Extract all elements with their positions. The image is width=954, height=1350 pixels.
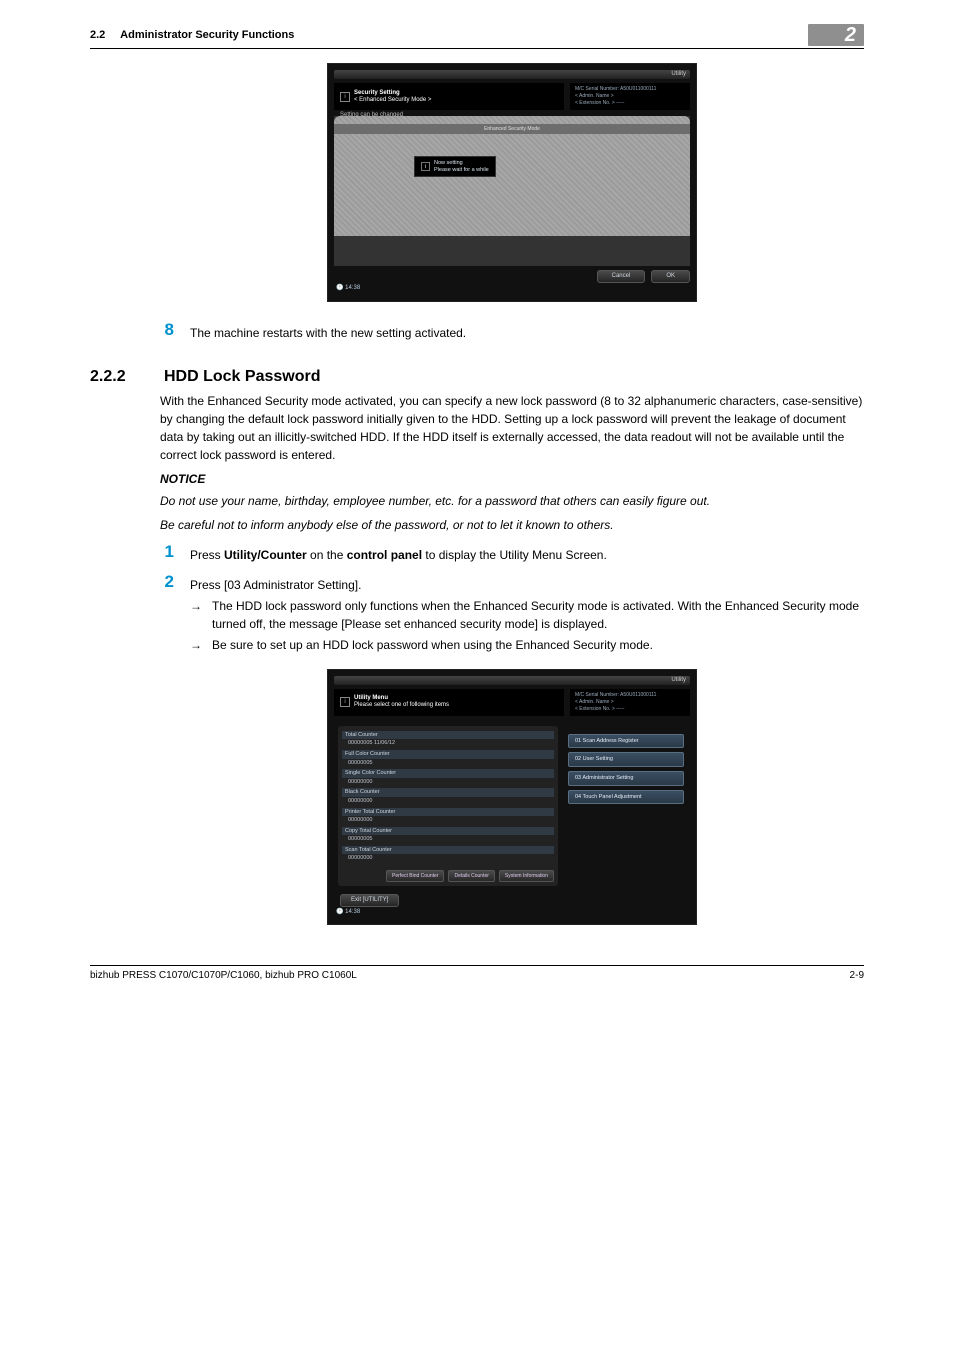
intro-paragraph: With the Enhanced Security mode activate… xyxy=(160,392,864,464)
mc-serial: M/C Serial Number: A50U011000111 xyxy=(575,86,685,93)
counter-label: Full Color Counter xyxy=(342,750,554,759)
counter-button[interactable]: Perfect Bind Counter xyxy=(386,870,444,882)
exit-utility-button[interactable]: Exit [UTILITY] xyxy=(340,894,399,907)
breadcrumb-panel: i Utility Menu Please select one of foll… xyxy=(334,689,564,716)
counter-value: 00000005 xyxy=(342,836,554,845)
breadcrumb-line1: Utility Menu xyxy=(354,695,388,701)
utility-topbar: Utility xyxy=(334,676,690,685)
extension-no: < Extension No. > ----- xyxy=(575,706,685,713)
counter-label: Copy Total Counter xyxy=(342,827,554,836)
counter-value: 00000005 xyxy=(342,760,554,769)
counter-label: Printer Total Counter xyxy=(342,808,554,817)
menu-option-button[interactable]: 04 Touch Panel Adjustment xyxy=(568,790,684,805)
extension-no: < Extension No. > ----- xyxy=(575,100,685,107)
step-number: 2 xyxy=(160,572,174,657)
counter-label: Black Counter xyxy=(342,788,554,797)
subsection-title: HDD Lock Password xyxy=(164,368,320,386)
counter-value: 00000000 xyxy=(342,855,554,864)
notice-heading: NOTICE xyxy=(160,472,864,486)
step-sub-bullet: → Be sure to set up an HDD lock password… xyxy=(190,636,864,654)
menu-option-button[interactable]: 01 Scan Address Register xyxy=(568,734,684,749)
counter-value: 00000000 xyxy=(342,817,554,826)
header-section-title: Administrator Security Functions xyxy=(120,29,294,41)
arrow-icon: → xyxy=(190,636,204,654)
counter-value: 00000000 xyxy=(342,798,554,807)
step-1: 1 Press Utility/Counter on the control p… xyxy=(160,542,864,564)
step-sub-bullet: → The HDD lock password only functions w… xyxy=(190,597,864,633)
breadcrumb-line1: Security Setting xyxy=(354,90,400,96)
machine-info-panel: M/C Serial Number: A50U011000111 < Admin… xyxy=(570,83,690,110)
subsection-number: 2.2.2 xyxy=(90,368,140,386)
chapter-badge: 2 xyxy=(808,24,864,46)
counter-value: 00000005 11/06/12 xyxy=(342,740,554,749)
counter-label: Scan Total Counter xyxy=(342,846,554,855)
menu-option-button[interactable]: 02 User Setting xyxy=(568,752,684,767)
step-8: 8 The machine restarts with the new sett… xyxy=(160,320,864,342)
counter-panel: Total Counter00000005 11/06/12Full Color… xyxy=(338,726,558,886)
page-footer: bizhub PRESS C1070/C1070P/C1060, bizhub … xyxy=(90,965,864,981)
header-section: 2.2 Administrator Security Functions xyxy=(90,29,294,41)
step-number: 8 xyxy=(160,320,174,342)
progress-dialog: i Now setting Please wait for a while xyxy=(414,156,496,177)
step-2: 2 Press [03 Administrator Setting]. → Th… xyxy=(160,572,864,657)
counter-button[interactable]: Details Counter xyxy=(448,870,494,882)
breadcrumb-line2: < Enhanced Security Mode > xyxy=(354,97,431,103)
counter-button[interactable]: System Information xyxy=(499,870,554,882)
utility-topbar: Utility xyxy=(334,70,690,79)
footer-page-number: 2-9 xyxy=(850,970,864,981)
panel-subheader: Enhanced Security Mode xyxy=(334,124,690,134)
cancel-button[interactable]: Cancel xyxy=(597,270,646,283)
step-text: Press Utility/Counter on the control pan… xyxy=(190,542,864,564)
arrow-icon: → xyxy=(190,597,204,633)
step-text: The machine restarts with the new settin… xyxy=(190,320,864,342)
admin-name: < Admin. Name > xyxy=(575,93,685,100)
progress-text: Now setting Please wait for a while xyxy=(434,160,489,173)
notice-line-1: Do not use your name, birthday, employee… xyxy=(160,492,864,510)
admin-name: < Admin. Name > xyxy=(575,699,685,706)
disabled-background: Enhanced Security Mode i Now setting Ple… xyxy=(334,116,690,236)
notice-line-2: Be careful not to inform anybody else of… xyxy=(160,516,864,534)
breadcrumb-panel: i Security Setting < Enhanced Security M… xyxy=(334,83,564,110)
machine-info-panel: M/C Serial Number: A50U011000111 < Admin… xyxy=(570,689,690,716)
page-running-header: 2.2 Administrator Security Functions 2 xyxy=(90,24,864,49)
menu-options: 01 Scan Address Register 02 User Setting 0… xyxy=(566,726,686,886)
clock: 🕐 14:38 xyxy=(334,907,690,918)
menu-option-button[interactable]: 03 Administrator Setting xyxy=(568,771,684,786)
info-icon: i xyxy=(340,697,350,707)
breadcrumb-line2: Please select one of following items xyxy=(354,702,449,708)
counter-label: Total Counter xyxy=(342,731,554,740)
ok-button[interactable]: OK xyxy=(651,270,690,283)
info-icon: i xyxy=(340,92,350,102)
step-number: 1 xyxy=(160,542,174,564)
info-icon: i xyxy=(421,162,430,171)
counter-label: Single Color Counter xyxy=(342,769,554,778)
screenshot-enhanced-security-mode: Utility i Security Setting < Enhanced Se… xyxy=(327,63,697,302)
clock: 🕐 14:38 xyxy=(334,283,690,294)
step-text: Press [03 Administrator Setting]. → The … xyxy=(190,572,864,657)
mc-serial: M/C Serial Number: A50U011000111 xyxy=(575,692,685,699)
footer-model: bizhub PRESS C1070/C1070P/C1060, bizhub … xyxy=(90,970,357,981)
screenshot-utility-menu: Utility i Utility Menu Please select one… xyxy=(327,669,697,926)
subsection-heading: 2.2.2 HDD Lock Password xyxy=(160,368,864,386)
header-section-number: 2.2 xyxy=(90,29,105,41)
counter-value: 00000000 xyxy=(342,779,554,788)
